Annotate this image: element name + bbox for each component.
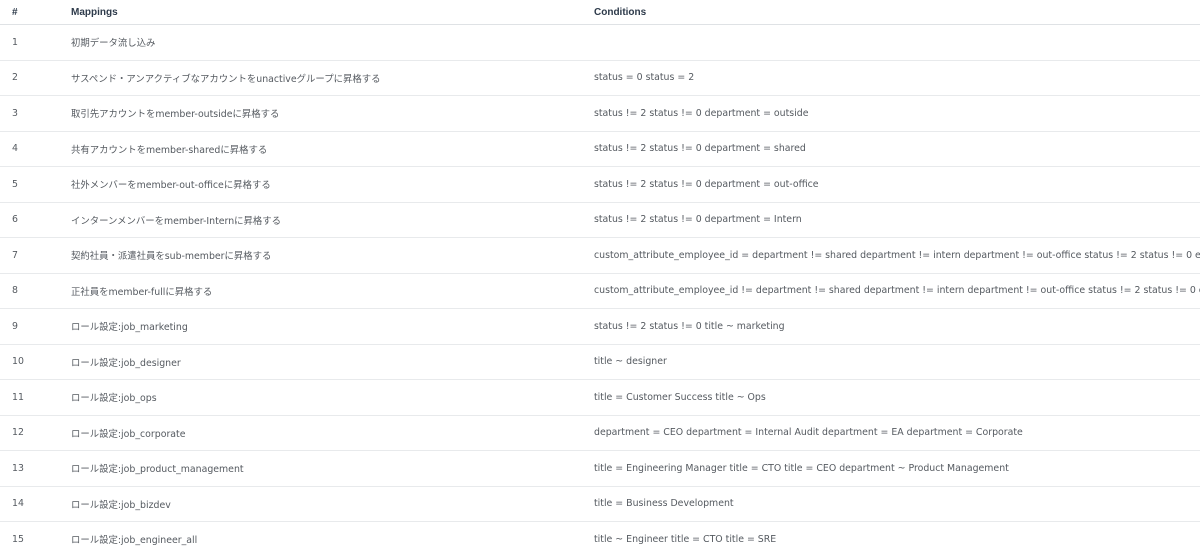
mapping-conditions: status != 2 status != 0 department = sha… bbox=[594, 143, 806, 155]
row-number: 8 bbox=[12, 285, 18, 297]
mapping-name[interactable]: 契約社員・派遣社員をsub-memberに昇格する bbox=[71, 248, 594, 262]
mapping-name[interactable]: サスペンド・アンアクティブなアカウントをunactiveグループに昇格する bbox=[71, 71, 594, 85]
row-number: 2 bbox=[12, 72, 18, 84]
table-row[interactable]: 9 ロール設定:job_marketing status != 2 status !… bbox=[0, 309, 1200, 345]
mapping-name[interactable]: 取引先アカウントをmember-outsideに昇格する bbox=[71, 106, 594, 120]
mapping-name[interactable]: ロール設定:job_ops bbox=[71, 390, 594, 404]
mapping-conditions: custom_attribute_employee_id = departmen… bbox=[594, 249, 1200, 261]
mapping-name[interactable]: インターンメンバーをmember-Internに昇格する bbox=[71, 213, 594, 227]
mapping-name[interactable]: 共有アカウントをmember-sharedに昇格する bbox=[71, 142, 594, 156]
row-number: 1 bbox=[12, 36, 18, 48]
column-header-number[interactable]: # bbox=[0, 7, 71, 18]
row-number: 13 bbox=[12, 462, 24, 474]
row-number: 12 bbox=[12, 427, 24, 439]
row-number: 6 bbox=[12, 214, 18, 226]
table-row[interactable]: 1 初期データ流し込み bbox=[0, 25, 1200, 61]
mapping-name[interactable]: 正社員をmember-fullに昇格する bbox=[71, 284, 594, 298]
row-number: 10 bbox=[12, 356, 24, 368]
mapping-name[interactable]: ロール設定:job_designer bbox=[71, 355, 594, 369]
mapping-name[interactable]: 社外メンバーをmember-out-officeに昇格する bbox=[71, 177, 594, 191]
mapping-conditions: title = Engineering Manager title = CTO … bbox=[594, 462, 1009, 474]
row-number: 5 bbox=[12, 178, 18, 190]
row-number: 15 bbox=[12, 533, 24, 545]
mapping-conditions: status != 2 status != 0 title ~ marketin… bbox=[594, 320, 785, 332]
table-row[interactable]: 5 社外メンバーをmember-out-officeに昇格する status != … bbox=[0, 167, 1200, 203]
table-row[interactable]: 2 サスペンド・アンアクティブなアカウントをunactiveグループに昇格する st… bbox=[0, 61, 1200, 96]
row-number: 3 bbox=[12, 107, 18, 119]
mapping-conditions: status != 2 status != 0 department = out… bbox=[594, 178, 819, 190]
mapping-conditions: status != 2 status != 0 department = out… bbox=[594, 107, 809, 119]
mappings-table: # Mappings Conditions 1 初期データ流し込み 2 サスペンド・ア… bbox=[0, 0, 1200, 557]
table-row[interactable]: 6 インターンメンバーをmember-Internに昇格する status != 2… bbox=[0, 203, 1200, 238]
row-number: 4 bbox=[12, 143, 18, 155]
mapping-name[interactable]: ロール設定:job_bizdev bbox=[71, 497, 594, 511]
mapping-conditions: title ~ Engineer title = CTO title = SRE bbox=[594, 533, 777, 545]
mapping-name[interactable]: ロール設定:job_corporate bbox=[71, 426, 594, 440]
mapping-conditions: title = Business Development bbox=[594, 498, 734, 510]
row-number: 11 bbox=[12, 391, 24, 403]
row-number: 9 bbox=[12, 320, 18, 332]
mapping-conditions: custom_attribute_employee_id != departme… bbox=[594, 285, 1200, 297]
mapping-conditions: status != 2 status != 0 department = Int… bbox=[594, 214, 802, 226]
table-row[interactable]: 4 共有アカウントをmember-sharedに昇格する status != 2 s… bbox=[0, 132, 1200, 167]
table-row[interactable]: 14 ロール設定:job_bizdev title = Business Devel… bbox=[0, 487, 1200, 522]
row-number: 7 bbox=[12, 249, 18, 261]
table-body: 1 初期データ流し込み 2 サスペンド・アンアクティブなアカウントをunactiveグ… bbox=[0, 25, 1200, 557]
row-number: 14 bbox=[12, 498, 24, 510]
column-header-mappings[interactable]: Mappings bbox=[71, 7, 594, 18]
table-header: # Mappings Conditions bbox=[0, 0, 1200, 25]
mapping-name[interactable]: ロール設定:job_product_management bbox=[71, 461, 594, 475]
table-row[interactable]: 11 ロール設定:job_ops title = Customer Success … bbox=[0, 380, 1200, 416]
table-row[interactable]: 10 ロール設定:job_designer title ~ designer bbox=[0, 345, 1200, 380]
table-row[interactable]: 13 ロール設定:job_product_management title = En… bbox=[0, 451, 1200, 487]
mapping-name[interactable]: ロール設定:job_marketing bbox=[71, 319, 594, 333]
mapping-name[interactable]: 初期データ流し込み bbox=[71, 35, 594, 49]
table-row[interactable]: 3 取引先アカウントをmember-outsideに昇格する status != 2… bbox=[0, 96, 1200, 132]
mapping-conditions: title ~ designer bbox=[594, 356, 667, 368]
table-row[interactable]: 8 正社員をmember-fullに昇格する custom_attribute_em… bbox=[0, 274, 1200, 309]
mapping-conditions: title = Customer Success title ~ Ops bbox=[594, 391, 766, 403]
mapping-conditions: department = CEO department = Internal A… bbox=[594, 427, 1023, 439]
table-row[interactable]: 15 ロール設定:job_engineer_all title ~ Engineer… bbox=[0, 522, 1200, 557]
column-header-conditions[interactable]: Conditions bbox=[594, 7, 1200, 18]
table-row[interactable]: 12 ロール設定:job_corporate department = CEO de… bbox=[0, 416, 1200, 451]
mapping-name[interactable]: ロール設定:job_engineer_all bbox=[71, 532, 594, 546]
table-row[interactable]: 7 契約社員・派遣社員をsub-memberに昇格する custom_attribu… bbox=[0, 238, 1200, 274]
mapping-conditions: status = 0 status = 2 bbox=[594, 72, 695, 84]
